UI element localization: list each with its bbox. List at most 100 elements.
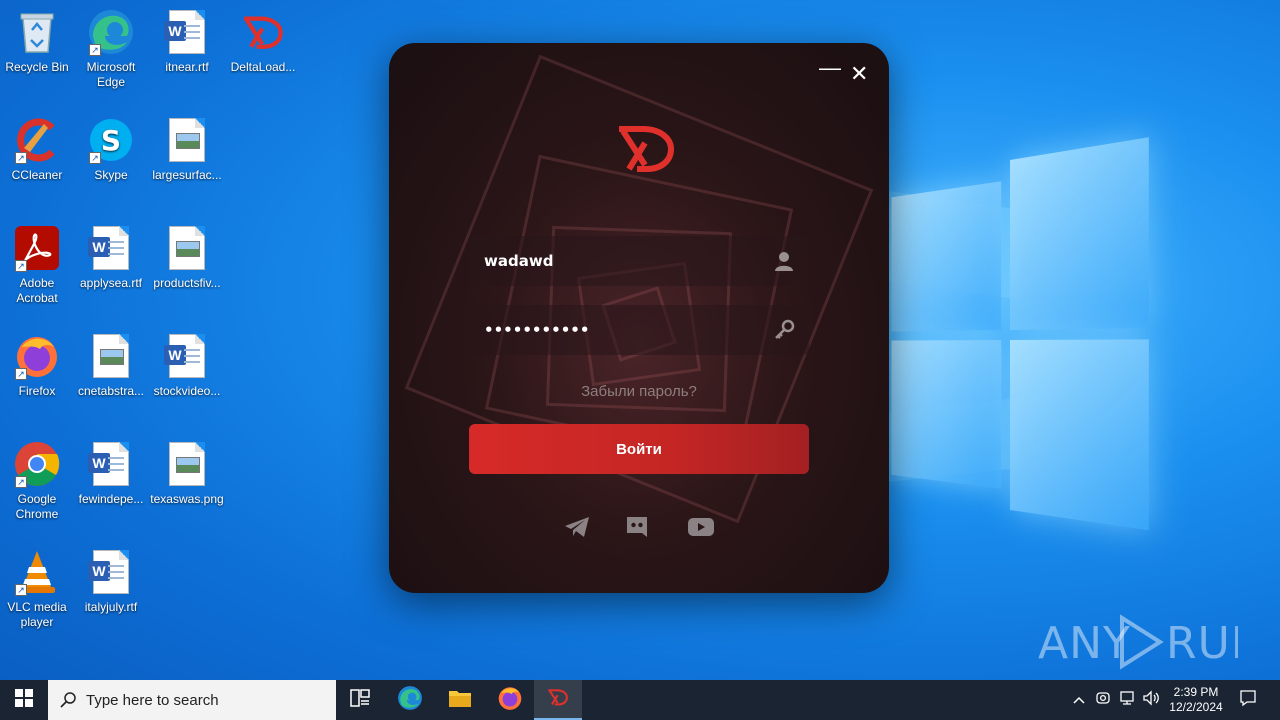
desktop-icon-vlc[interactable]: ↗ VLC media player [0, 548, 75, 630]
task-view-button[interactable] [336, 680, 384, 720]
login-window: — ✕ Забыли пароль? Войти [389, 43, 889, 593]
image-file-icon [87, 332, 135, 380]
desktop-icon-label: applysea.rtf [79, 276, 143, 290]
desktop-icon-google-chrome[interactable]: ↗ Google Chrome [0, 440, 75, 522]
taskbar-edge[interactable] [386, 680, 434, 720]
word-document-icon: W [163, 332, 211, 380]
desktop-icon-label: Firefox [18, 384, 56, 398]
password-field [469, 305, 809, 355]
image-file-icon [163, 440, 211, 488]
minimize-button[interactable]: — [819, 57, 841, 79]
desktop-icon-label: Recycle Bin [5, 60, 69, 74]
anyrun-watermark: ANY RUN [1038, 610, 1264, 674]
deltaload-icon [239, 8, 287, 56]
user-icon [773, 250, 795, 272]
desktop-icon-label: texaswas.png [150, 492, 224, 506]
image-file-icon [163, 116, 211, 164]
search-icon [60, 692, 76, 708]
desktop-icon-label: stockvideo... [153, 384, 221, 398]
forgot-password-link[interactable]: Забыли пароль? [389, 383, 889, 400]
desktop-icon-deltaload[interactable]: DeltaLoad... [225, 8, 301, 75]
desktop-icon-label: Microsoft Edge [86, 60, 136, 89]
taskbar-file-explorer[interactable] [436, 680, 484, 720]
discord-icon[interactable] [624, 515, 652, 539]
word-document-icon: W [163, 8, 211, 56]
notifications-button[interactable] [1232, 680, 1264, 720]
desktop-icon-firefox[interactable]: ↗ Firefox [0, 332, 75, 399]
skype-icon: S ↗ [87, 116, 135, 164]
task-view-icon [350, 688, 370, 712]
desktop-icon-ccleaner[interactable]: ↗ CCleaner [0, 116, 75, 183]
desktop-icon-label: italyjuly.rtf [84, 600, 138, 614]
desktop-icon-adobe-acrobat[interactable]: ↗ Adobe Acrobat [0, 224, 75, 306]
word-document-icon: W [87, 440, 135, 488]
taskbar: Type here to search 2:39 PM 12/2/2024 [0, 680, 1280, 720]
desktop-icon-italyjuly[interactable]: W italyjuly.rtf [73, 548, 149, 615]
tray-network[interactable] [1116, 680, 1138, 720]
desktop-icon-productsfiv[interactable]: productsfiv... [149, 224, 225, 291]
key-icon [773, 319, 795, 341]
desktop-icon-label: DeltaLoad... [230, 60, 296, 74]
close-button[interactable]: ✕ [850, 63, 868, 85]
desktop-icon-label: itnear.rtf [165, 60, 209, 74]
chevron-up-icon [1073, 691, 1085, 709]
username-field [469, 236, 809, 286]
tray-clock[interactable]: 2:39 PM 12/2/2024 [1164, 680, 1228, 720]
login-button[interactable]: Войти [469, 424, 809, 474]
deltaload-logo-icon [615, 121, 677, 175]
notification-icon [1239, 689, 1257, 712]
ccleaner-icon: ↗ [13, 116, 61, 164]
desktop-icon-recycle-bin[interactable]: Recycle Bin [0, 8, 75, 75]
desktop-icon-label: cnetabstra... [77, 384, 145, 398]
camera-icon [1095, 690, 1111, 711]
clock-time: 2:39 PM [1173, 685, 1219, 699]
desktop-icon-label: VLC media player [7, 600, 67, 629]
windows-wallpaper-logo [891, 137, 1160, 532]
svg-text:S: S [101, 124, 121, 157]
taskbar-firefox[interactable] [486, 680, 534, 720]
folder-icon [448, 688, 472, 713]
desktop-icon-label: Adobe Acrobat [16, 276, 58, 305]
network-icon [1118, 690, 1136, 711]
desktop-icon-label: largesurfac... [152, 168, 222, 182]
desktop-icon-label: productsfiv... [153, 276, 221, 290]
desktop-icon-microsoft-edge[interactable]: ↗ Microsoft Edge [73, 8, 149, 90]
recycle-bin-icon [13, 8, 61, 56]
telegram-icon[interactable] [563, 515, 591, 539]
edge-icon [397, 685, 423, 716]
desktop-icon-texaswas[interactable]: texaswas.png [149, 440, 225, 507]
desktop-icon-label: CCleaner [11, 168, 63, 182]
show-hidden-icons-button[interactable] [1068, 680, 1090, 720]
deltaload-icon [547, 687, 569, 712]
desktop-icon-itnear[interactable]: W itnear.rtf [149, 8, 225, 75]
taskbar-search-box[interactable]: Type here to search [48, 680, 336, 720]
password-input[interactable] [484, 305, 764, 355]
image-file-icon [163, 224, 211, 272]
svg-text:ANY: ANY [1038, 618, 1131, 669]
desktop-icon-stockvideo[interactable]: W stockvideo... [149, 332, 225, 399]
username-input[interactable] [484, 236, 764, 286]
desktop-icon-label: Google Chrome [15, 492, 59, 521]
adobe-acrobat-icon: ↗ [13, 224, 61, 272]
desktop-icon-label: fewindepe... [78, 492, 144, 506]
svg-text:RUN: RUN [1166, 618, 1238, 669]
word-document-icon: W [87, 548, 135, 596]
desktop-icon-skype[interactable]: S ↗ Skype [73, 116, 149, 183]
chrome-icon: ↗ [13, 440, 61, 488]
vlc-icon: ↗ [13, 548, 61, 596]
desktop-icon-cnetabstra[interactable]: cnetabstra... [73, 332, 149, 399]
youtube-icon[interactable] [687, 515, 715, 539]
desktop-icon-applysea[interactable]: W applysea.rtf [73, 224, 149, 291]
edge-icon: ↗ [87, 8, 135, 56]
tray-meet-now[interactable] [1092, 680, 1114, 720]
tray-volume[interactable] [1140, 680, 1162, 720]
clock-date: 12/2/2024 [1169, 700, 1223, 714]
search-placeholder: Type here to search [86, 691, 219, 709]
desktop-icon-fewindepe[interactable]: W fewindepe... [73, 440, 149, 507]
windows-start-icon [15, 688, 33, 712]
speaker-icon [1142, 689, 1160, 711]
start-button[interactable] [0, 680, 48, 720]
word-document-icon: W [87, 224, 135, 272]
taskbar-deltaload[interactable] [534, 680, 582, 720]
desktop-icon-largesurfac[interactable]: largesurfac... [149, 116, 225, 183]
